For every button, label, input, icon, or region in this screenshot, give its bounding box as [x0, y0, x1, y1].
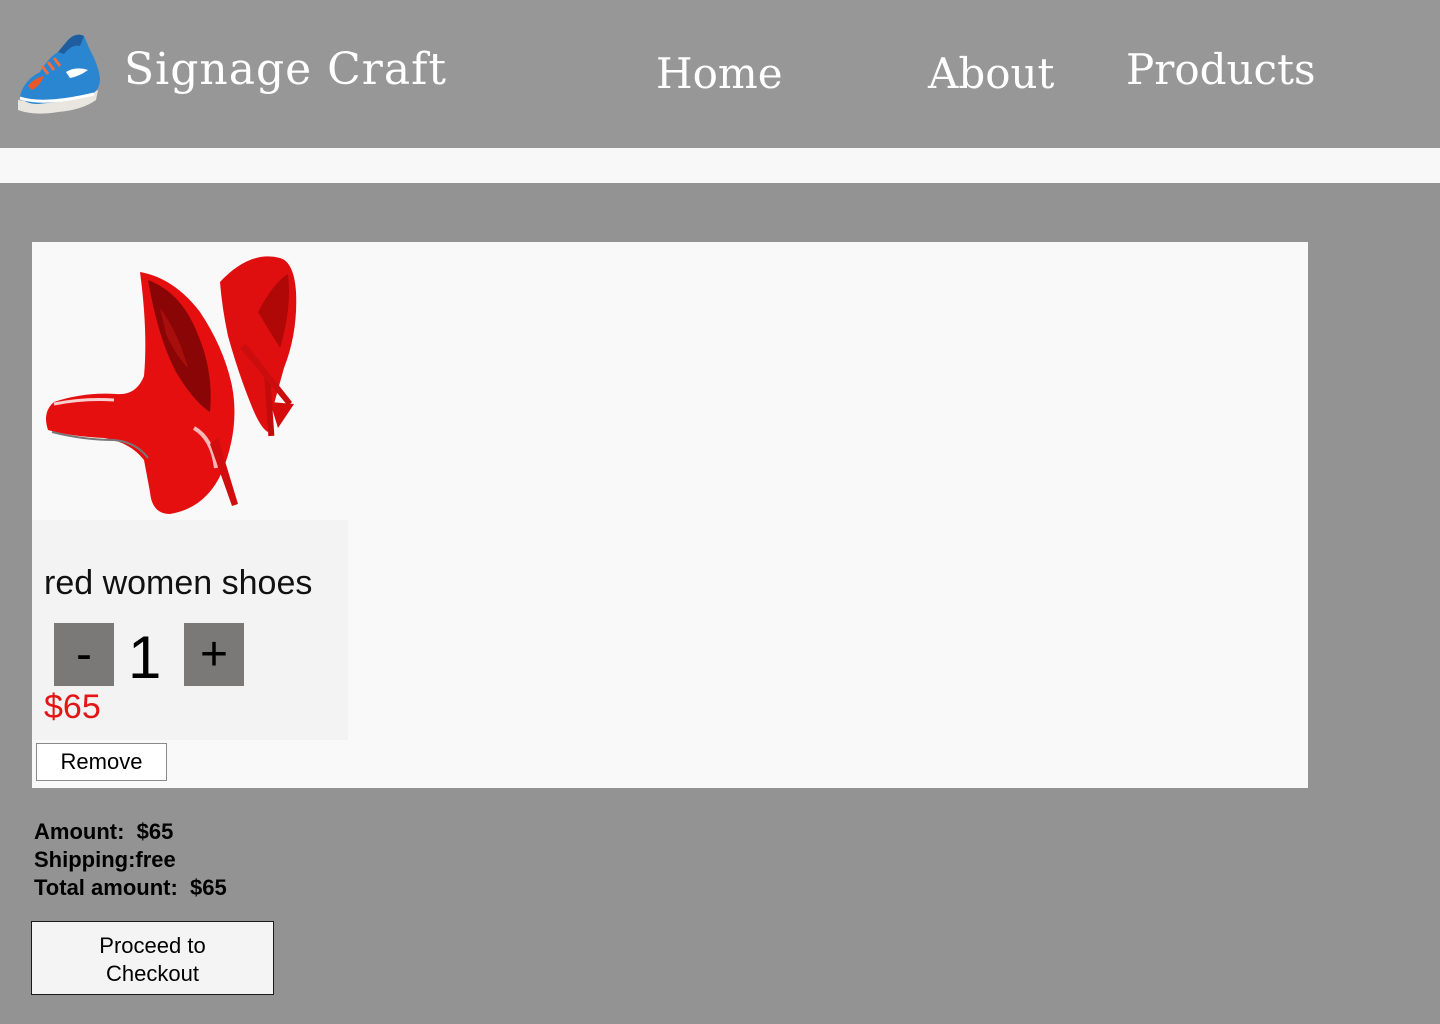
- brand-name[interactable]: Signage Craft: [124, 44, 447, 95]
- shipping-text: Shipping:free: [34, 847, 176, 872]
- header-divider-band: [0, 148, 1440, 183]
- increase-quantity-button[interactable]: +: [184, 623, 244, 686]
- product-name: red women shoes: [44, 564, 313, 602]
- cart-item-panel: red women shoes - 1 + $65 Remove: [32, 242, 1308, 788]
- total-amount-text: Total amount: $65: [34, 875, 227, 900]
- decrease-quantity-button[interactable]: -: [54, 623, 114, 686]
- sneaker-logo-icon[interactable]: [14, 30, 102, 116]
- quantity-value: 1: [128, 624, 162, 691]
- order-summary: Amount: $65 Shipping:free Total amount: …: [34, 818, 227, 902]
- proceed-to-checkout-button[interactable]: Proceed to Checkout: [31, 921, 274, 995]
- amount-text: Amount: $65: [34, 819, 174, 844]
- nav-products-link[interactable]: Products: [1126, 45, 1316, 94]
- nav-home-link[interactable]: Home: [656, 49, 783, 98]
- red-high-heels-image: [44, 252, 304, 514]
- product-price: $65: [44, 688, 101, 726]
- product-info-box: red women shoes - 1 + $65: [32, 520, 348, 740]
- nav-about-link[interactable]: About: [928, 49, 1054, 98]
- site-header: Signage Craft Home About Products: [0, 0, 1440, 148]
- remove-item-button[interactable]: Remove: [36, 743, 167, 781]
